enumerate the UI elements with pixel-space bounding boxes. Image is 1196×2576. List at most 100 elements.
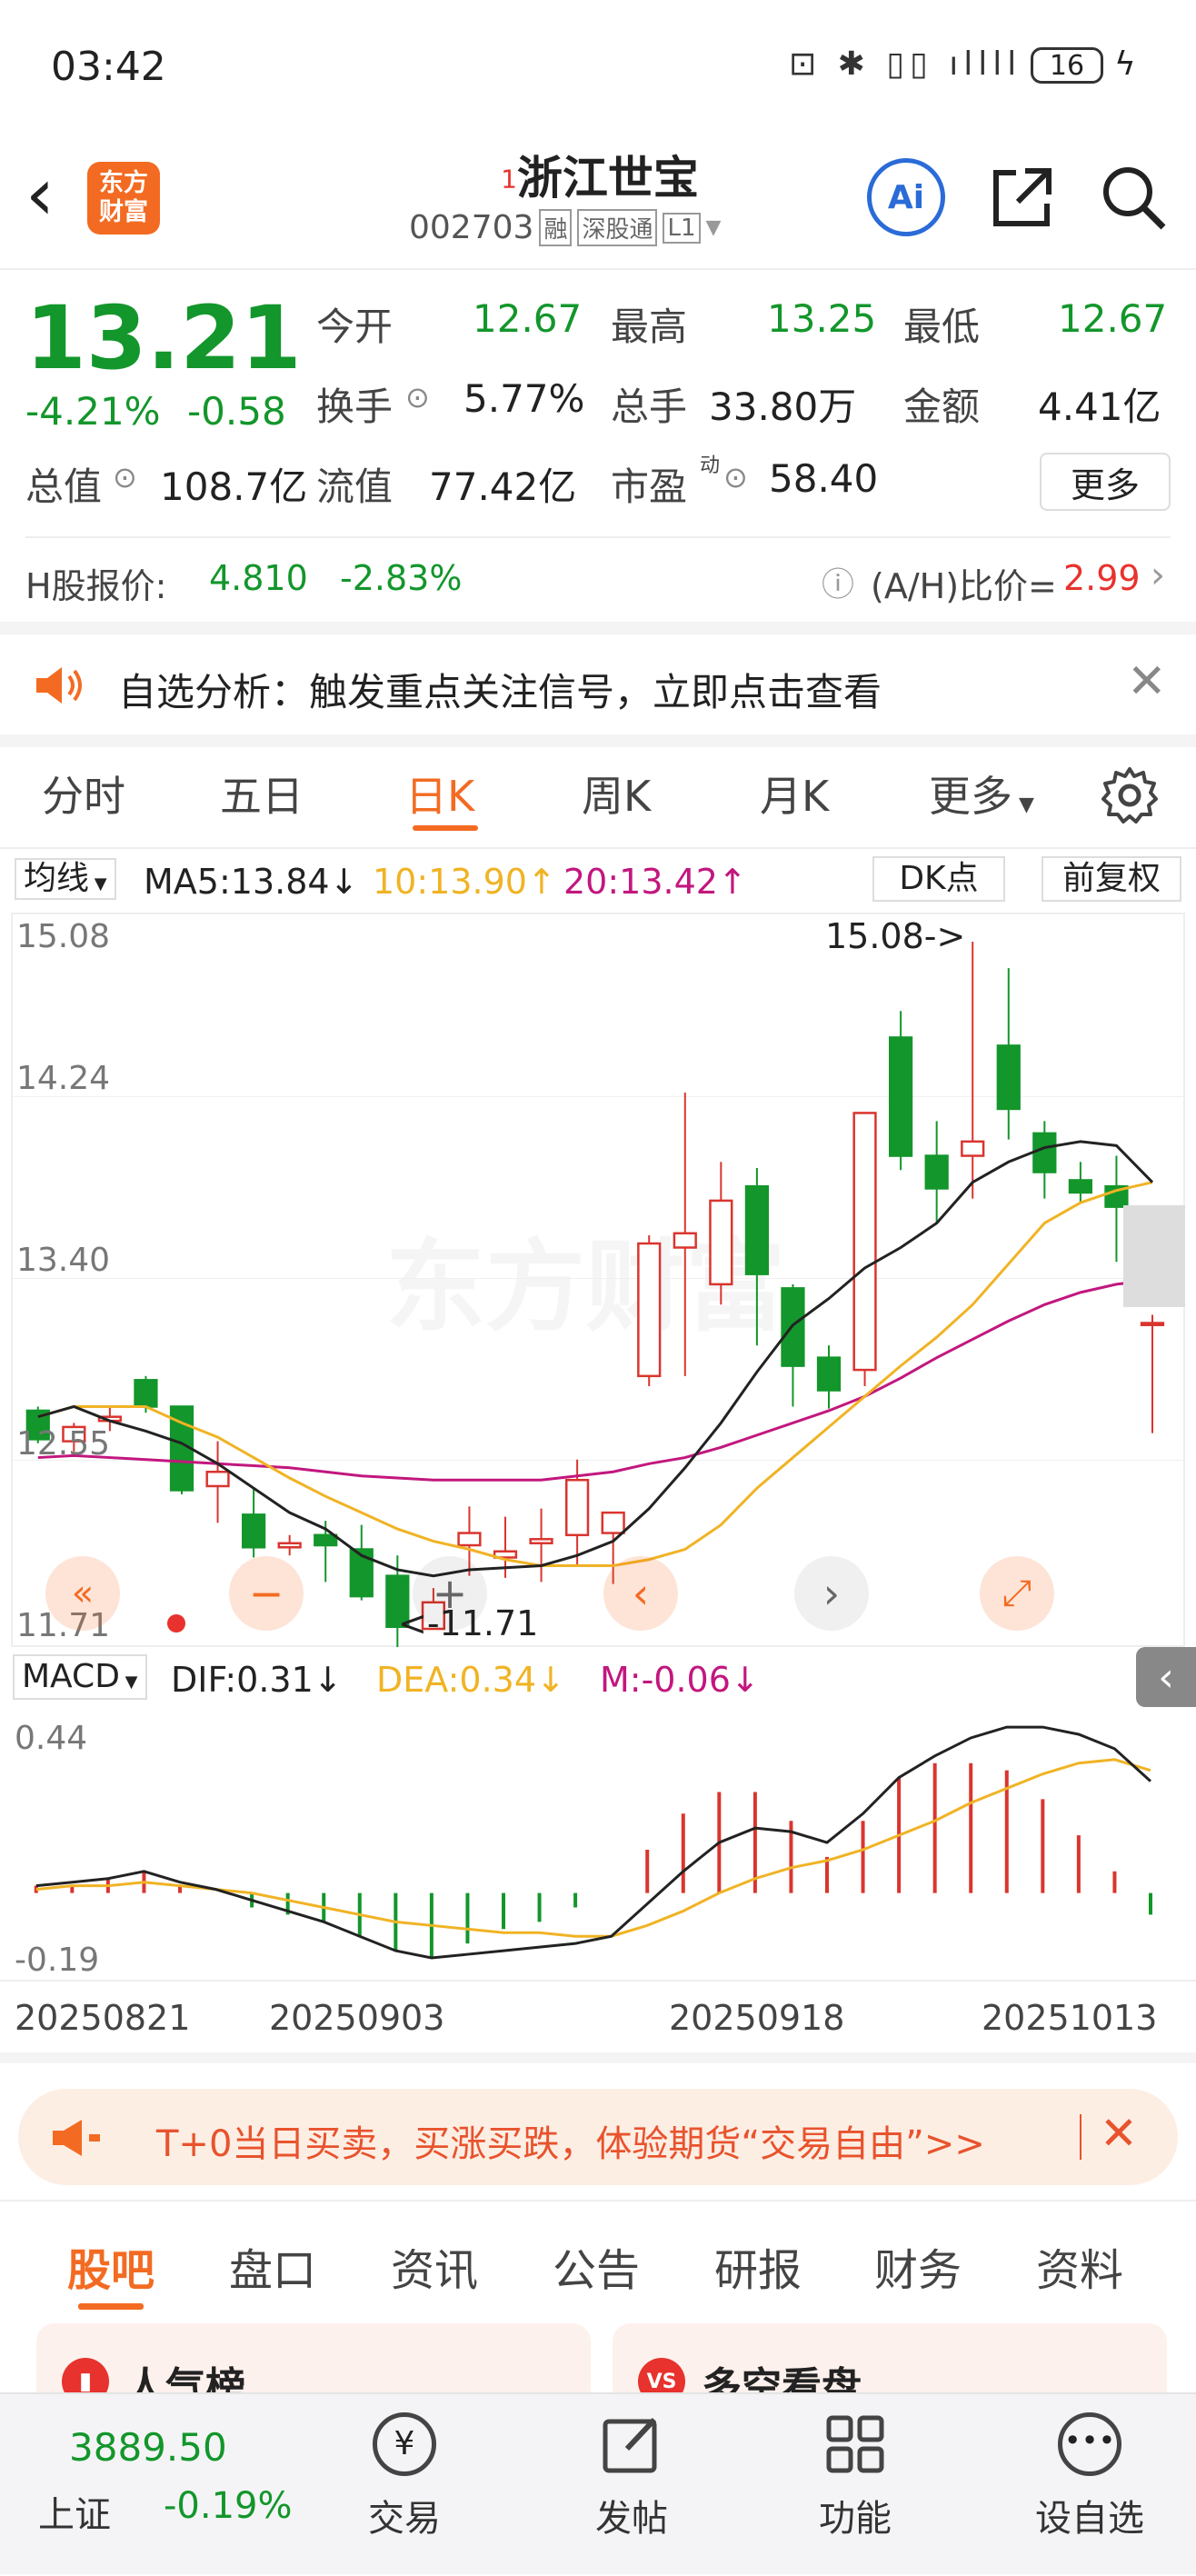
tab-wuri[interactable]: 五日	[220, 764, 304, 824]
hshare-price: 4.810	[209, 558, 308, 598]
candle	[564, 1478, 590, 1537]
date-label: 20250918	[669, 1998, 845, 2038]
ad-text: T+0当日买卖，买涨买跌，体验期货“交易自由”>>	[156, 2123, 985, 2165]
date-label: 20251013	[982, 1998, 1158, 2038]
nav-post[interactable]: 发帖	[573, 2412, 691, 2558]
scroll-handle[interactable]	[1123, 1205, 1185, 1307]
amount-label: 金额	[903, 384, 981, 429]
nav-trade[interactable]: ¥ 交易	[345, 2412, 463, 2558]
ma20-line	[37, 1278, 1153, 1482]
kline-chart[interactable]: 东方财富 15.08 14.24 13.40 12.55 11.71 15.08…	[11, 913, 1185, 1647]
tab-fenshi[interactable]: 分时	[42, 764, 125, 824]
hshare-row[interactable]: H股报价: 4.810 -2.83% ⓘ (A/H)比价= 2.99 ›	[0, 538, 1196, 622]
ma20-label: 20:13.42↑	[563, 862, 747, 902]
tab-more-label: 更多	[929, 772, 1012, 821]
caret-down-icon: ▼	[1012, 794, 1034, 816]
tab-ziliao[interactable]: 资料	[1036, 2234, 1123, 2298]
next-button[interactable]: ›	[794, 1556, 869, 1631]
macd-select[interactable]: MACD ▼	[13, 1654, 147, 1700]
candle	[888, 1036, 913, 1157]
y-label-3: 13.40	[16, 1242, 111, 1279]
status-icons: ⊡ ✱ ▯▯ ıllll	[789, 45, 1022, 83]
marker-dot	[167, 1614, 185, 1632]
tab-yuek[interactable]: 月K	[760, 764, 829, 824]
ma-select[interactable]: 均线 ▼	[15, 858, 116, 900]
zoom-in-button[interactable]: +	[413, 1556, 487, 1631]
logo-line1: 东方	[99, 169, 148, 197]
pe-value: 58.40	[769, 456, 879, 501]
back-icon[interactable]: ‹	[25, 158, 55, 231]
tab-rik[interactable]: 日K	[405, 764, 474, 824]
edit-icon	[603, 2417, 657, 2473]
dk-button[interactable]: DK点	[872, 856, 1005, 902]
fcap-label: 流值	[316, 464, 394, 509]
tab-yanbao[interactable]: 研报	[714, 2234, 802, 2298]
kline-plot	[25, 942, 1165, 1647]
alert-bar[interactable]: 自选分析：触发重点关注信号，立即点击查看 ✕	[0, 634, 1196, 734]
tab-caiwu[interactable]: 财务	[874, 2234, 962, 2298]
charging-icon: ϟ	[1114, 45, 1136, 83]
nav-functions[interactable]: 功能	[796, 2412, 914, 2558]
tag-l1: L1	[663, 212, 701, 244]
more-button[interactable]: 更多	[1040, 453, 1171, 511]
candle	[134, 1379, 158, 1408]
chevron-down-icon[interactable]: ▼	[706, 216, 722, 239]
max-note: 15.08->	[825, 916, 966, 956]
tab-zhouk[interactable]: 周K	[582, 764, 651, 824]
tab-zixun[interactable]: 资讯	[391, 2234, 478, 2298]
fq-button[interactable]: 前复权	[1042, 856, 1181, 902]
change-pct: -4.21%	[25, 389, 161, 434]
mcap-label: 总值	[25, 464, 103, 509]
prev-button[interactable]: ‹	[603, 1556, 678, 1631]
close-icon[interactable]: ✕	[1127, 654, 1167, 709]
stock-name: 1浙江世宝	[482, 142, 718, 207]
ma-legend: 均线 ▼ MA5:13.84↓ 10:13.90↑ 20:13.42↑ DK点 …	[0, 849, 1196, 909]
fcap-value: 77.42亿	[429, 464, 577, 509]
search-icon[interactable]	[1098, 162, 1169, 233]
nav-label: 发帖	[595, 2498, 668, 2540]
tab-more[interactable]: 更多 ▼	[929, 764, 1034, 824]
share-icon[interactable]	[989, 164, 1056, 231]
nav-label: 交易	[368, 2498, 441, 2540]
tab-active-indicator	[78, 2303, 144, 2310]
close-icon[interactable]: ✕	[1100, 2107, 1138, 2160]
date-axis: 20250821 20250903 20250918 20251013	[0, 1980, 1196, 2052]
collapse-panel-button[interactable]: ‹	[1136, 1647, 1196, 1707]
zoom-out-button[interactable]: −	[229, 1556, 304, 1631]
section-gap	[0, 622, 1196, 634]
dea-label: DEA:0.34↓	[376, 1660, 565, 1700]
gear-icon[interactable]	[1100, 765, 1160, 825]
info-icon[interactable]: ⊙	[405, 380, 430, 414]
candle	[529, 1538, 553, 1545]
tab-pankou[interactable]: 盘口	[229, 2234, 316, 2298]
macd-chart[interactable]: 0.44 -0.19	[11, 1716, 1185, 1980]
ma10-line	[37, 1181, 1153, 1567]
stock-title: 浙江世宝	[516, 152, 699, 205]
alert-text: 自选分析：触发重点关注信号，立即点击查看	[118, 670, 882, 714]
info-icon[interactable]: ⊙	[723, 460, 748, 494]
tab-guba[interactable]: 股吧	[67, 2234, 154, 2298]
index-name: 上证	[38, 2494, 111, 2536]
pe-label: 市盈	[611, 464, 688, 509]
help-icon[interactable]: ⓘ	[822, 558, 854, 605]
hshare-label: H股报价:	[25, 566, 167, 606]
fullscreen-button[interactable]: ⤢	[980, 1556, 1054, 1631]
ad-banner[interactable]: T+0当日买卖，买涨买跌，体验期货“交易自由”>> ✕	[18, 2089, 1178, 2185]
ai-button[interactable]: Ai	[867, 158, 945, 236]
mcap-value: 108.7亿	[160, 464, 308, 509]
index-widget[interactable]: 3889.50 上证 -0.19%	[0, 2394, 309, 2576]
tab-gonggao[interactable]: 公告	[553, 2234, 640, 2298]
nav-add-watchlist[interactable]: ••• 设自选	[1022, 2412, 1158, 2558]
info-icon[interactable]: ⊙	[113, 460, 137, 494]
more-dots-icon: •••	[1058, 2412, 1121, 2476]
turnover-value: 5.77%	[463, 376, 585, 421]
y-label-max: 15.08	[16, 918, 111, 955]
last-price: 13.21	[25, 287, 302, 389]
first-page-button[interactable]: «	[45, 1556, 120, 1631]
high-value: 13.25	[767, 296, 877, 341]
change-value: -0.58	[187, 389, 286, 434]
macd-legend: MACD ▼ DIF:0.31↓ DEA:0.34↓ M:-0.06↓ ‹	[0, 1647, 1196, 1716]
dea-line	[35, 1758, 1151, 1938]
candle	[744, 1184, 770, 1275]
tag-rong: 融	[539, 209, 573, 246]
